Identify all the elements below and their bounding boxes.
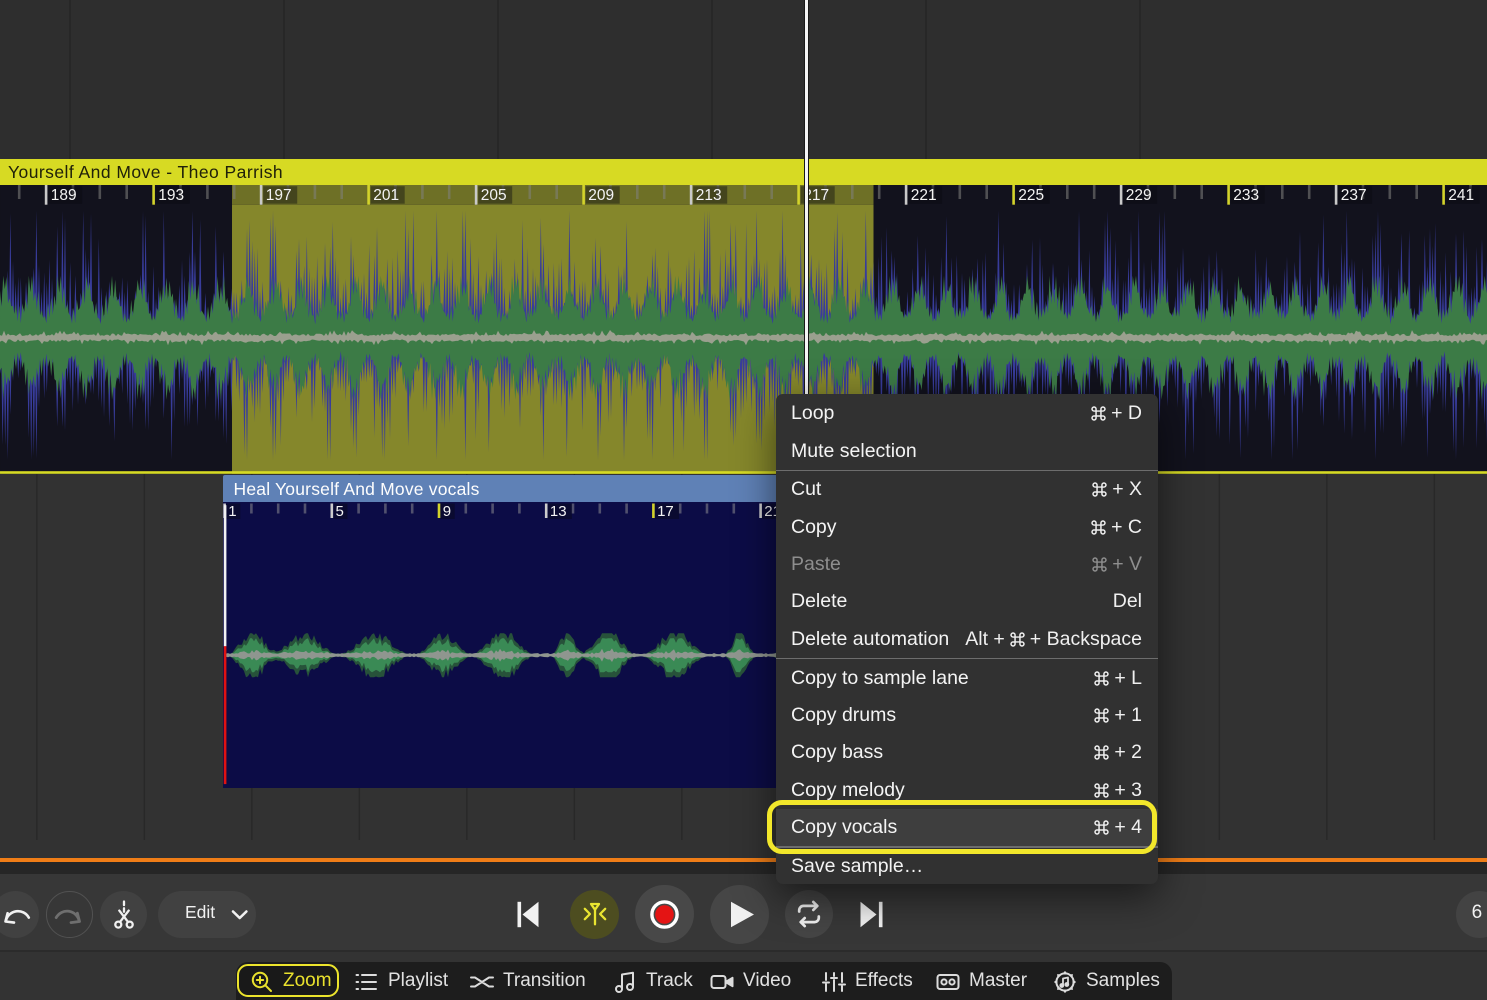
svg-text:197: 197 xyxy=(266,187,292,204)
svg-text:201: 201 xyxy=(373,187,399,204)
svg-text:189: 189 xyxy=(51,187,77,204)
svg-text:233: 233 xyxy=(1233,187,1259,204)
svg-text:241: 241 xyxy=(1448,187,1474,204)
svg-text:213: 213 xyxy=(696,187,722,204)
svg-text:229: 229 xyxy=(1126,187,1152,204)
svg-text:9: 9 xyxy=(443,503,451,520)
svg-text:205: 205 xyxy=(481,187,507,204)
svg-text:221: 221 xyxy=(911,187,937,204)
svg-text:209: 209 xyxy=(588,187,614,204)
svg-text:193: 193 xyxy=(158,187,184,204)
svg-text:237: 237 xyxy=(1341,187,1367,204)
svg-text:17: 17 xyxy=(657,503,674,520)
svg-text:13: 13 xyxy=(550,503,567,520)
svg-text:225: 225 xyxy=(1018,187,1044,204)
svg-text:5: 5 xyxy=(336,503,344,520)
svg-text:1: 1 xyxy=(228,503,236,520)
